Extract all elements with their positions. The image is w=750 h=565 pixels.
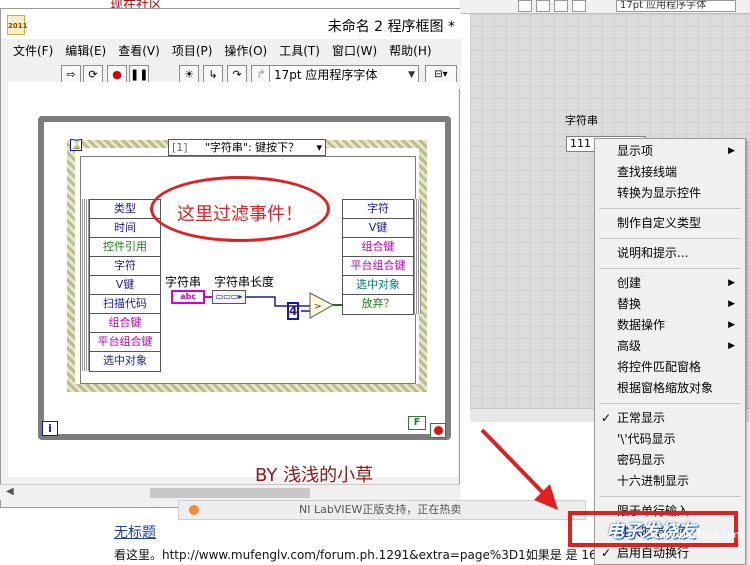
watermark-url: www.elecfans.com xyxy=(650,530,744,541)
abort-icon[interactable] xyxy=(554,0,568,12)
stop-condition-icon[interactable] xyxy=(430,423,446,438)
context-menu: 显示项 ▶ 查找接线端 转换为显示控件 制作自定义类型 说明和提示... 创建 ▶ 替换 ▶ 数据操… xyxy=(594,138,746,565)
context-menu-label: 制作自定义类型 xyxy=(617,216,702,230)
run-arrow-icon[interactable] xyxy=(518,0,532,12)
menu-separator xyxy=(599,496,741,497)
menu-separator xyxy=(599,268,741,269)
context-menu-item[interactable]: 密码显示 xyxy=(595,450,745,470)
menu-separator xyxy=(599,238,741,239)
context-menu-label: 正常显示 xyxy=(617,411,666,425)
context-menu-item[interactable]: ✓ 正常显示 xyxy=(595,408,745,428)
red-arrow-annotation xyxy=(480,428,558,510)
context-menu-label: '\'代码显示 xyxy=(617,432,676,446)
context-menu-item[interactable]: 根据窗格缩放对象 xyxy=(595,378,745,398)
wires-layer: > xyxy=(205,292,342,319)
context-menu-item[interactable]: 显示项 ▶ xyxy=(595,141,745,161)
submenu-arrow-icon: ▶ xyxy=(728,341,735,351)
context-menu-label: 查找接线端 xyxy=(617,165,678,179)
context-menu-label: 十六进制显示 xyxy=(617,474,690,488)
context-menu-item[interactable]: 高级 ▶ xyxy=(595,336,745,356)
submenu-arrow-icon: ▶ xyxy=(728,146,735,156)
context-menu-item[interactable]: 转换为显示控件 xyxy=(595,183,745,203)
context-menu-label: 说明和提示... xyxy=(617,246,689,260)
context-menu-label: 密码显示 xyxy=(617,453,666,467)
horizontal-scrollbar[interactable]: ◀ xyxy=(0,484,460,500)
context-menu-label: 创建 xyxy=(617,276,642,290)
context-menu-item[interactable]: '\'代码显示 xyxy=(595,429,745,449)
context-menu-label: 启用自动换行 xyxy=(617,546,690,560)
context-menu-item[interactable]: 查找接线端 xyxy=(595,162,745,182)
context-menu-item[interactable]: 说明和提示... xyxy=(595,243,745,263)
submenu-arrow-icon: ▶ xyxy=(728,320,735,330)
context-menu-label: 根据窗格缩放对象 xyxy=(617,381,714,395)
length-wire xyxy=(246,296,310,307)
context-menu-item[interactable]: 创建 ▶ xyxy=(595,273,745,293)
post-text: 看这里。http://www.mufenglv.com/forum.ph.129… xyxy=(114,548,621,562)
scroll-thumb[interactable] xyxy=(150,488,310,498)
font-select[interactable]: 17pt 应用程序字体 xyxy=(616,0,736,12)
loop-condition-constant[interactable]: F xyxy=(408,416,426,430)
context-menu-item[interactable]: 将控件匹配窗格 xyxy=(595,357,745,377)
context-menu-label: 转换为显示控件 xyxy=(617,186,702,200)
run-continuous-icon[interactable] xyxy=(536,0,550,12)
context-menu-label: 高级 xyxy=(617,339,642,353)
menu-separator xyxy=(599,403,741,404)
scroll-left-icon[interactable]: ◀ xyxy=(6,486,14,497)
context-menu-label: 将控件匹配窗格 xyxy=(617,360,702,374)
untitled-link[interactable]: 无标题 xyxy=(114,522,156,542)
submenu-arrow-icon: ▶ xyxy=(728,278,735,288)
string-control-label: 字符串 xyxy=(565,114,598,127)
context-menu-label: 替换 xyxy=(617,297,642,311)
svg-text:>: > xyxy=(314,302,322,312)
context-menu-label: 数据操作 xyxy=(617,318,666,332)
context-menu-label: 显示项 xyxy=(617,144,654,158)
context-menu-item[interactable]: 制作自定义类型 xyxy=(595,213,745,233)
menu-separator xyxy=(599,208,741,209)
loop-iteration-terminal[interactable]: i xyxy=(42,421,58,436)
context-menu-item[interactable]: 数据操作 ▶ xyxy=(595,315,745,335)
check-icon: ✓ xyxy=(601,411,612,425)
front-panel-toolbar: 17pt 应用程序字体 xyxy=(460,0,750,14)
submenu-arrow-icon: ▶ xyxy=(728,299,735,309)
pause-icon[interactable] xyxy=(572,0,586,12)
context-menu-item[interactable]: 十六进制显示 xyxy=(595,471,745,491)
context-menu-item[interactable]: 替换 ▶ xyxy=(595,294,745,314)
